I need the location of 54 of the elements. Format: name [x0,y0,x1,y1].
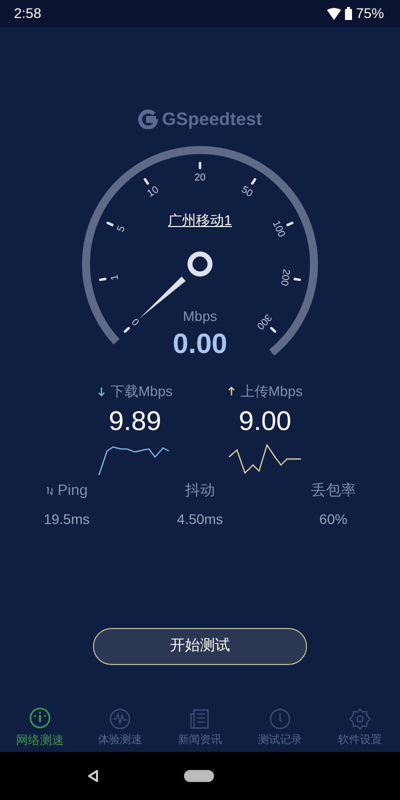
wifi-icon [326,8,341,20]
gauge-tick-label: 5 [115,224,128,234]
gauge-tick-label: 10 [146,184,161,200]
clock-icon [269,708,291,730]
gauge-tick [99,278,106,282]
metric-label: 丢包率 [310,481,356,501]
speed-reading: 0.00 [172,328,228,359]
settings-icon [349,708,371,730]
start-test-button[interactable]: 开始测试 [93,628,307,664]
gauge-tick-label: 100 [270,219,287,239]
transfer-label: 下载Mbps [110,382,173,401]
nav-tab[interactable]: 软件设置 [320,704,400,752]
status-time: 2:58 [14,4,42,23]
gauge-tick-label: 50 [239,184,254,200]
newspaper-icon [189,708,211,730]
nav-tab[interactable]: 体验测速 [80,704,160,752]
nav-tab[interactable]: 网络测速 [0,704,80,752]
metric-value: 60% [319,510,348,528]
gauge-tick-label: 20 [194,172,206,184]
gauge-tick [270,326,276,333]
app-logo-text: GSpeedtest [162,108,262,131]
gauge-tick-label: 1 [109,274,122,282]
nav-tab[interactable]: 新闻资讯 [160,704,240,752]
transfer-value: 9.00 [238,405,292,438]
battery-icon [344,7,352,20]
gauge-tick [286,222,294,226]
gauge-tick [106,222,114,226]
gauge-needle [139,276,186,319]
metric-value: 19.5ms [44,510,90,528]
logo-icon [138,109,158,129]
back-icon[interactable] [88,770,98,782]
up-arrow-icon [227,386,236,397]
transfer-label: 上传Mbps [240,382,303,401]
speed-unit: Mbps [182,308,218,324]
down-arrow-icon [97,386,106,397]
gauge-tick [251,178,256,185]
gauge-tick [144,178,149,185]
ping-icon [46,486,54,496]
metric-value: 4.50ms [177,510,223,528]
gauge-tick-label: 300 [254,312,274,332]
nav-tab[interactable]: 测试记录 [240,704,320,752]
transfer-value: 9.89 [108,405,162,438]
metric-label: Ping [58,481,88,501]
gauge-tick-label: 200 [278,268,292,287]
server-name-link[interactable]: 广州移动1 [168,212,232,228]
metric-label: 抖动 [184,481,215,501]
gauge-tick [124,326,130,333]
gauge-hub [188,252,212,276]
battery-level: 75% [356,4,384,23]
gauge-tick [198,162,202,170]
gauge-tick [294,278,301,282]
gauge-tick-label: 0 [130,316,142,328]
waveform-icon [109,708,131,730]
home-icon[interactable] [184,770,214,782]
